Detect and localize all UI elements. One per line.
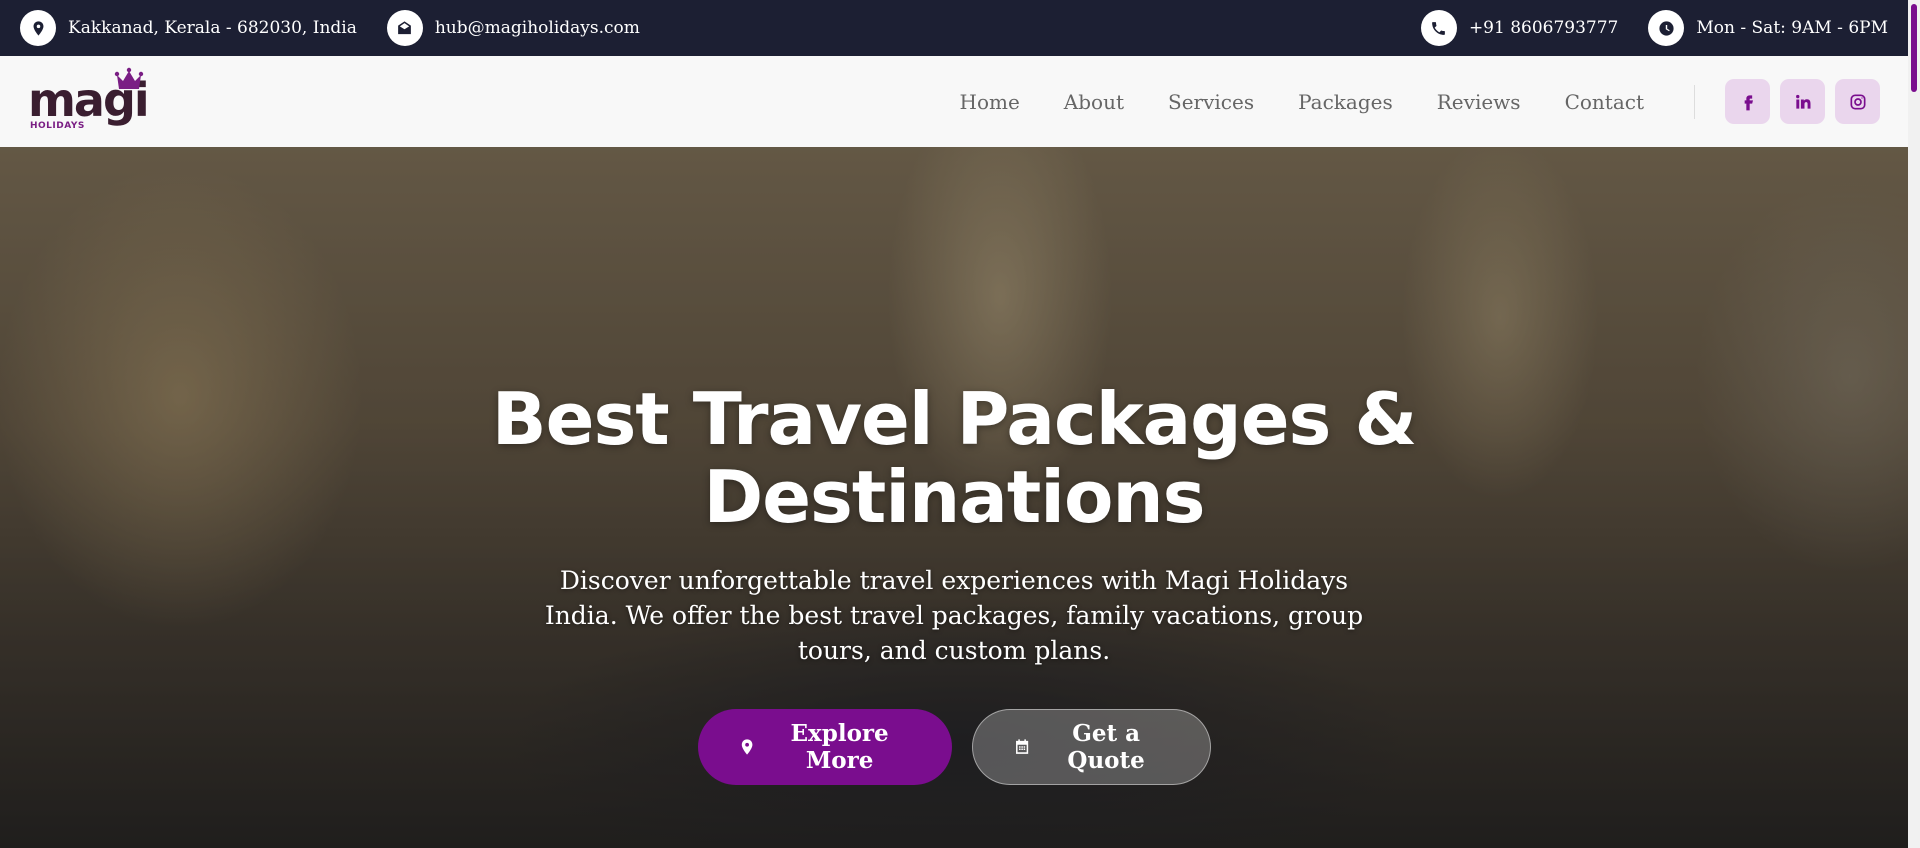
explore-more-button[interactable]: Explore More [697,709,952,785]
hours-item: Mon - Sat: 9AM - 6PM [1648,10,1888,46]
phone-item[interactable]: +91 8606793777 [1420,10,1618,46]
page-scrollbar[interactable] [1908,0,1920,848]
nav-home[interactable]: Home [960,90,1020,114]
nav-divider [1694,84,1695,119]
nav-packages[interactable]: Packages [1298,90,1393,114]
get-quote-button[interactable]: Get a Quote [971,709,1211,785]
location-pin-icon [20,10,56,46]
hero-buttons: Explore More Get a Quote [0,709,1908,785]
nav-contact[interactable]: Contact [1565,90,1644,114]
top-info-right: +91 8606793777 Mon - Sat: 9AM - 6PM [1420,10,1888,46]
scrollbar-thumb[interactable] [1911,4,1917,92]
hours-text: Mon - Sat: 9AM - 6PM [1696,18,1888,38]
linkedin-icon[interactable] [1780,79,1825,124]
crown-icon [114,67,144,89]
hero-title-line1: Best Travel Packages & [491,377,1418,461]
nav-services[interactable]: Services [1168,90,1254,114]
phone-link[interactable]: +91 8606793777 [1469,18,1618,38]
logo-subtitle: HOLIDAYS [30,120,85,131]
nav-reviews[interactable]: Reviews [1437,90,1521,114]
hero-content: Best Travel Packages & Destinations Disc… [0,147,1908,848]
explore-more-label: Explore More [790,720,889,774]
calendar-icon [1015,739,1028,754]
top-info-bar: Kakkanad, Kerala - 682030, India hub@mag… [0,0,1908,56]
hero-section: Best Travel Packages & Destinations Disc… [0,147,1908,848]
site-header: magi HOLIDAYS Home About Services Packag… [0,56,1908,147]
address-item: Kakkanad, Kerala - 682030, India [20,10,357,46]
hero-title-line2: Destinations [703,455,1205,539]
email-item[interactable]: hub@magiholidays.com [386,10,640,46]
hero-description: Discover unforgettable travel experience… [544,566,1364,665]
facebook-icon[interactable] [1725,79,1770,124]
instagram-icon[interactable] [1835,79,1880,124]
hero-title: Best Travel Packages & Destinations [0,380,1908,536]
main-nav: Home About Services Packages Reviews Con… [938,79,1880,124]
social-links [1725,79,1880,124]
address-text: Kakkanad, Kerala - 682030, India [68,18,357,38]
phone-icon [1420,10,1457,46]
nav-about[interactable]: About [1064,90,1124,114]
site-logo[interactable]: magi HOLIDAYS [28,67,150,137]
envelope-open-icon [386,10,423,46]
email-link[interactable]: hub@magiholidays.com [435,18,640,38]
clock-icon [1648,10,1685,46]
map-marker-icon [741,739,752,755]
get-quote-label: Get a Quote [1067,720,1145,774]
top-info-left: Kakkanad, Kerala - 682030, India hub@mag… [20,10,640,46]
